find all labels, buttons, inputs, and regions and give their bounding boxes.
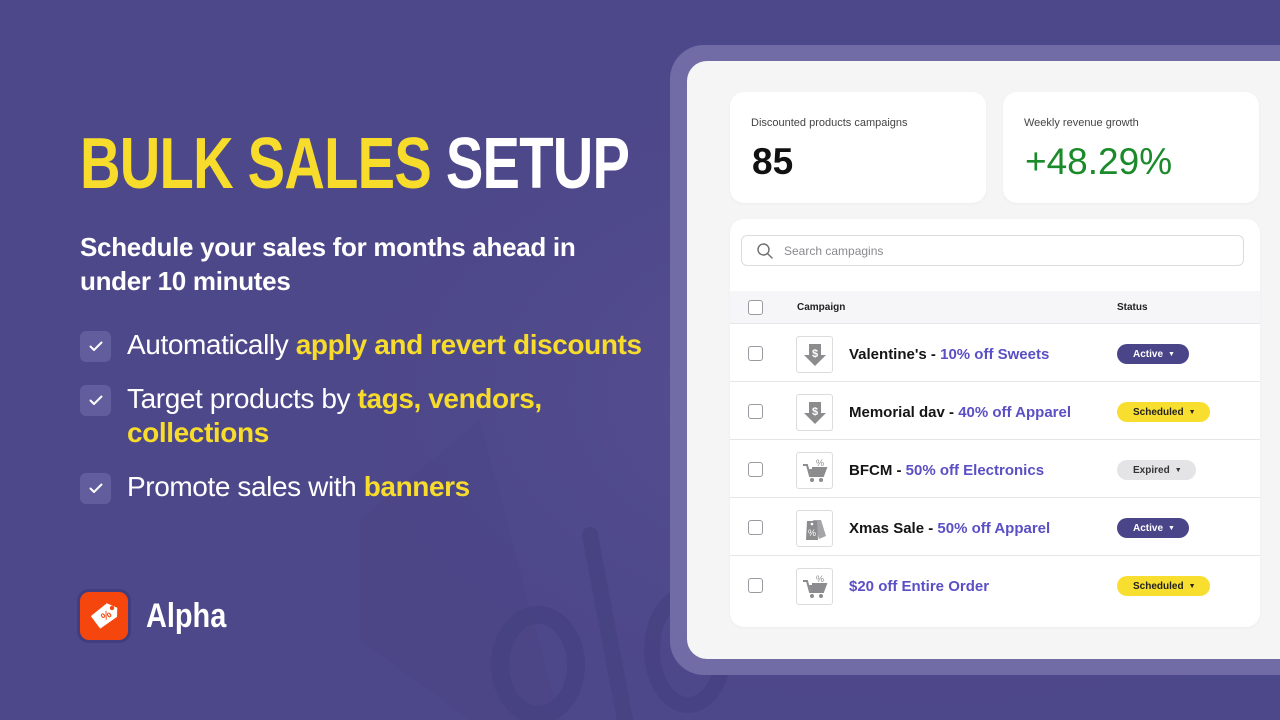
- campaign-name: Xmas Sale -: [849, 520, 938, 537]
- table-row[interactable]: % Xmas Sale - 50% off Apparel Active ▼: [730, 499, 1260, 556]
- caret-down-icon: ▼: [1188, 408, 1196, 416]
- svg-text:%: %: [815, 458, 823, 468]
- feature-text-plain: Automatically: [127, 329, 296, 360]
- status-label: Scheduled: [1133, 406, 1184, 418]
- price-tags-percent-icon: %: [796, 510, 833, 547]
- feature-text-plain: Target products by: [127, 383, 358, 414]
- feature-text: Target products by tags, vendors, collec…: [127, 382, 547, 450]
- table-row[interactable]: % $20 off Entire Order Scheduled ▼: [730, 557, 1260, 614]
- campaign-name: Memorial dav -: [849, 404, 959, 421]
- campaign-offer[interactable]: 50% off Apparel: [937, 520, 1050, 537]
- check-icon: [80, 385, 111, 416]
- select-all-checkbox[interactable]: [748, 300, 763, 315]
- campaign-offer[interactable]: 50% off Electronics: [906, 462, 1044, 479]
- campaign-offer[interactable]: $20 off Entire Order: [849, 578, 989, 595]
- svg-text:$: $: [811, 406, 817, 418]
- stat-value: +48.29%: [1025, 141, 1173, 182]
- column-header-status: Status: [1117, 302, 1148, 313]
- check-icon: [80, 331, 111, 362]
- status-label: Expired: [1133, 464, 1170, 476]
- dollar-down-arrow-icon: $: [796, 336, 833, 373]
- stat-value: 85: [752, 141, 794, 182]
- campaign-offer[interactable]: 10% off Sweets: [940, 346, 1049, 363]
- stat-label: Discounted products campaigns: [751, 117, 908, 129]
- feature-list: Automatically apply and revert discounts…: [80, 328, 650, 524]
- brand: % Alpha: [80, 592, 240, 640]
- status-badge[interactable]: Expired ▼: [1117, 460, 1196, 480]
- table-row[interactable]: $ Memorial dav - 40% off Apparel Schedul…: [730, 383, 1260, 440]
- status-label: Active: [1133, 522, 1164, 534]
- row-checkbox[interactable]: [748, 404, 763, 419]
- campaign-name: BFCM -: [849, 462, 906, 479]
- column-header-campaign: Campaign: [797, 302, 846, 313]
- campaign-title[interactable]: $20 off Entire Order: [849, 578, 989, 595]
- row-checkbox[interactable]: [748, 346, 763, 361]
- caret-down-icon: ▼: [1174, 466, 1182, 474]
- stat-card-growth: Weekly revenue growth +48.29%: [1003, 92, 1259, 203]
- feature-text-highlight: banners: [363, 471, 471, 502]
- feature-text: Automatically apply and revert discounts: [127, 328, 642, 362]
- search-bar[interactable]: [741, 235, 1244, 266]
- row-checkbox[interactable]: [748, 462, 763, 477]
- brand-name: Alpha: [146, 596, 227, 635]
- svg-text:%: %: [815, 574, 823, 584]
- table-header: Campaign Status: [730, 291, 1260, 324]
- status-badge[interactable]: Active ▼: [1117, 518, 1189, 538]
- caret-down-icon: ▼: [1188, 582, 1196, 590]
- cart-percent-icon: %: [796, 568, 833, 605]
- caret-down-icon: ▼: [1168, 524, 1175, 532]
- feature-item: Target products by tags, vendors, collec…: [80, 382, 650, 450]
- feature-item: Promote sales with banners: [80, 470, 650, 504]
- feature-text: Promote sales with banners: [127, 470, 470, 504]
- hero-title-highlight: BULK SALES: [80, 124, 432, 204]
- percent-tag-icon: %: [80, 592, 128, 640]
- campaign-title[interactable]: Xmas Sale - 50% off Apparel: [849, 520, 1050, 537]
- caret-down-icon: ▼: [1168, 350, 1175, 358]
- campaigns-table-card: Campaign Status $ Valentine's - 10% off …: [730, 219, 1260, 627]
- campaign-title[interactable]: BFCM - 50% off Electronics: [849, 462, 1044, 479]
- search-input[interactable]: [784, 243, 1204, 258]
- cart-percent-icon: %: [796, 452, 833, 489]
- feature-item: Automatically apply and revert discounts: [80, 328, 650, 362]
- row-checkbox[interactable]: [748, 578, 763, 593]
- search-icon: [757, 242, 773, 259]
- campaign-title[interactable]: Valentine's - 10% off Sweets: [849, 346, 1049, 363]
- app-panel: Discounted products campaigns 85 Weekly …: [687, 61, 1280, 659]
- stat-label: Weekly revenue growth: [1024, 117, 1139, 129]
- row-checkbox[interactable]: [748, 520, 763, 535]
- feature-text-highlight: apply and revert discounts: [295, 329, 642, 360]
- svg-text:$: $: [811, 348, 817, 360]
- stat-card-campaigns: Discounted products campaigns 85: [730, 92, 986, 203]
- dollar-down-arrow-icon: $: [796, 394, 833, 431]
- hero-subtitle: Schedule your sales for months ahead in …: [80, 232, 576, 296]
- table-row[interactable]: $ Valentine's - 10% off Sweets Active ▼: [730, 325, 1260, 382]
- campaign-title[interactable]: Memorial dav - 40% off Apparel: [849, 404, 1071, 421]
- feature-text-plain: Promote sales with: [127, 471, 364, 502]
- table-row[interactable]: % BFCM - 50% off Electronics Expired ▼: [730, 441, 1260, 498]
- hero-title: BULK SALES SETUP: [80, 122, 630, 206]
- status-label: Scheduled: [1133, 580, 1184, 592]
- status-badge[interactable]: Scheduled ▼: [1117, 402, 1210, 422]
- check-icon: [80, 473, 111, 504]
- campaign-offer[interactable]: 40% off Apparel: [958, 404, 1071, 421]
- status-label: Active: [1133, 348, 1164, 360]
- svg-text:%: %: [807, 528, 815, 538]
- status-badge[interactable]: Scheduled ▼: [1117, 576, 1210, 596]
- status-badge[interactable]: Active ▼: [1117, 344, 1189, 364]
- hero-title-rest: SETUP: [445, 124, 630, 204]
- campaign-name: Valentine's -: [849, 346, 941, 363]
